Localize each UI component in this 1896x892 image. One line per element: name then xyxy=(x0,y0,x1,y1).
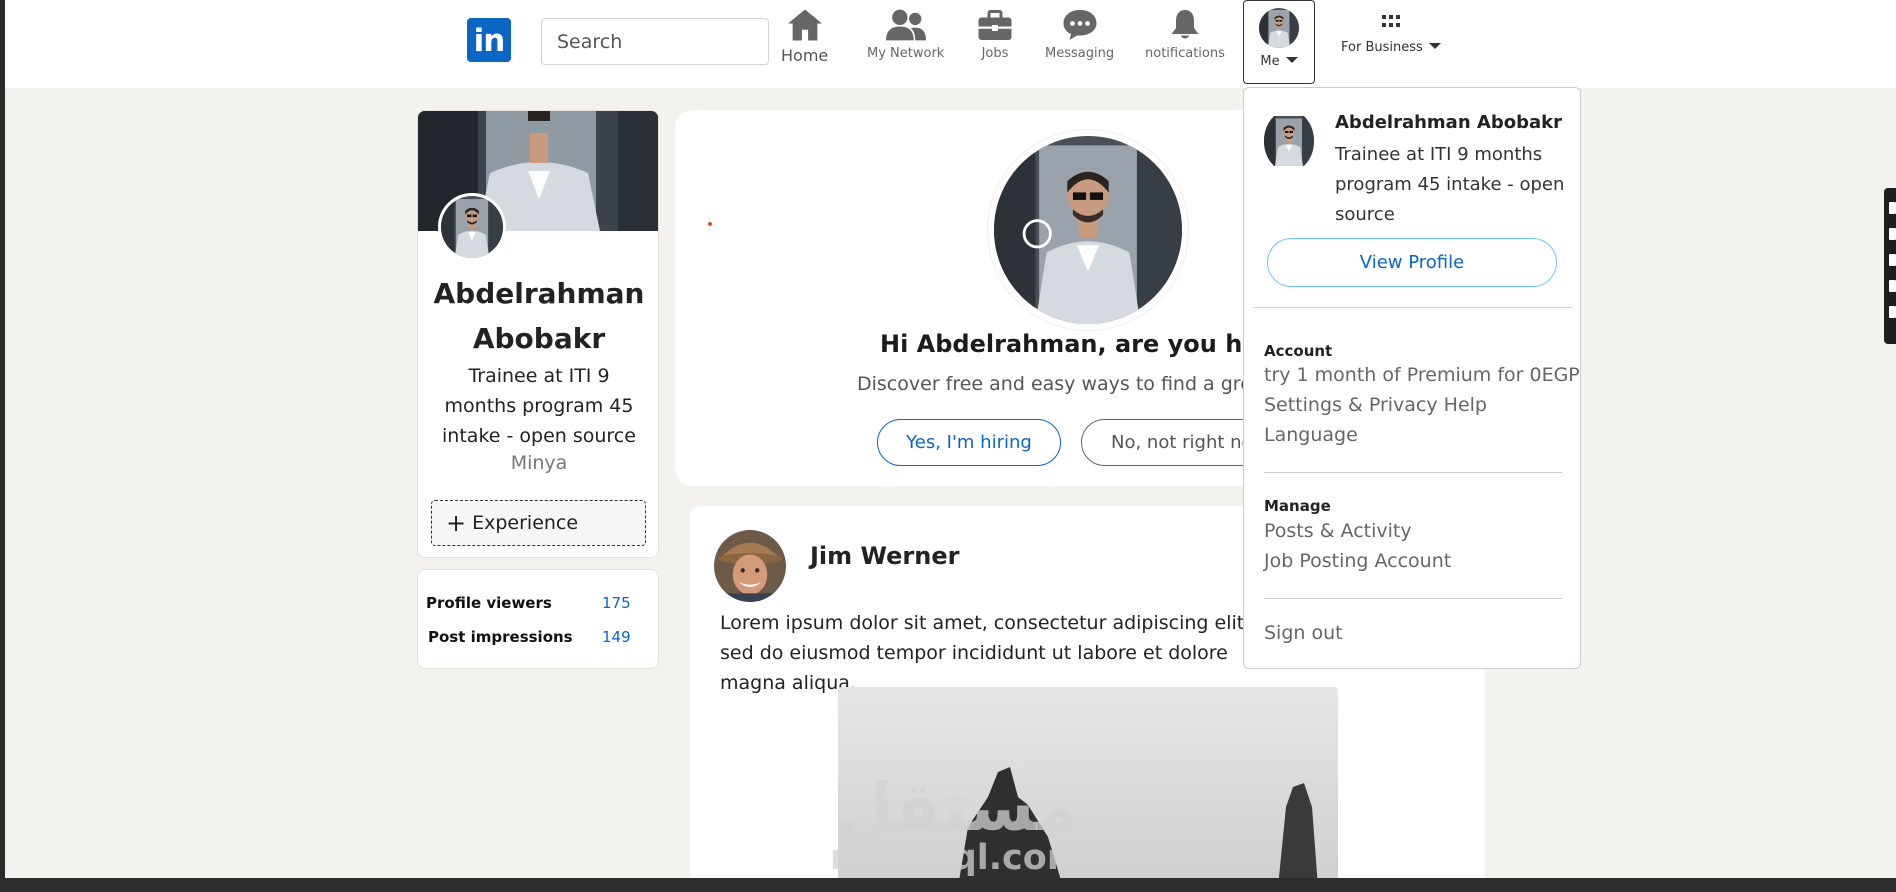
status-dot xyxy=(708,222,712,226)
side-toolbar[interactable] xyxy=(1884,188,1896,344)
nav-home-label: Home xyxy=(781,46,829,65)
watermark-arabic: مستقل xyxy=(835,769,1078,846)
hiring-subtitle: Discover free and easy ways to find a gr… xyxy=(857,373,1257,395)
nav-me-label: Me xyxy=(1260,54,1280,69)
manage-section-title: Manage xyxy=(1264,497,1331,515)
nav-messaging-label: Messaging xyxy=(1045,46,1115,61)
linkedin-logo[interactable]: in xyxy=(467,18,511,62)
divider xyxy=(1264,472,1562,473)
post-text: Lorem ipsum dolor sit amet, consectetur … xyxy=(720,612,1251,694)
nav-home[interactable]: Home xyxy=(781,8,828,65)
network-icon xyxy=(885,9,926,41)
posts-activity-link[interactable]: Posts & Activity xyxy=(1264,520,1412,542)
chevron-down-icon xyxy=(1285,57,1298,63)
watermark: مستقل mostaql.com xyxy=(830,775,1083,876)
profile-card: Abdelrahman Abobakr Trainee at ITI 9 mon… xyxy=(417,110,659,558)
account-section-title: Account xyxy=(1264,342,1333,360)
nav-jobs[interactable]: Jobs xyxy=(977,8,1013,61)
add-experience-label: Experience xyxy=(472,512,579,534)
stat-label: Post impressions xyxy=(428,628,573,646)
profile-name[interactable]: Abdelrahman Abobakr xyxy=(418,271,658,361)
post-author-avatar[interactable] xyxy=(714,530,786,602)
nav-my-network-label: My Network xyxy=(867,46,945,61)
me-avatar xyxy=(1259,8,1299,48)
watermark-latin: mostaql.com xyxy=(830,838,1084,878)
search-input[interactable] xyxy=(541,18,769,65)
language-link[interactable]: Language xyxy=(1264,424,1358,446)
hiring-avatar xyxy=(988,130,1188,330)
dropdown-avatar xyxy=(1264,110,1314,172)
nav-notifications-label: notifications xyxy=(1145,46,1225,61)
profile-location: Minya xyxy=(510,452,568,474)
nav-me[interactable]: Me xyxy=(1243,0,1315,84)
briefcase-icon xyxy=(978,10,1012,40)
nav-for-business-label: For Business xyxy=(1341,40,1423,55)
home-icon xyxy=(787,9,822,41)
sign-out-link[interactable]: Sign out xyxy=(1264,622,1343,644)
window-frame-left xyxy=(0,0,5,892)
post-author-name[interactable]: Jim Werner xyxy=(810,542,959,570)
job-posting-account-link[interactable]: Job Posting Account xyxy=(1264,550,1451,572)
divider xyxy=(1264,598,1562,599)
premium-link[interactable]: try 1 month of Premium for 0EGP xyxy=(1264,364,1580,386)
stat-label: Profile viewers xyxy=(426,594,552,612)
stat-value: 149 xyxy=(602,628,631,646)
stat-value: 175 xyxy=(602,594,631,612)
view-profile-button[interactable]: View Profile xyxy=(1267,238,1557,287)
window-frame-bottom xyxy=(0,878,1896,892)
nav-jobs-label: Jobs xyxy=(981,46,1009,61)
nav-for-business[interactable]: For Business xyxy=(1341,14,1441,55)
divider xyxy=(1254,307,1572,308)
nav-notifications[interactable]: notifications xyxy=(1145,8,1225,61)
profile-avatar[interactable] xyxy=(438,193,506,261)
dropdown-headline: Trainee at ITI 9 months program 45 intak… xyxy=(1335,144,1565,225)
stat-post-impressions[interactable]: Post impressions 149 xyxy=(428,628,648,646)
stat-profile-viewers[interactable]: Profile viewers 175 xyxy=(426,594,646,612)
add-experience-button[interactable]: + Experience xyxy=(431,500,646,546)
nav-messaging[interactable]: Messaging xyxy=(1045,8,1114,61)
chevron-down-icon xyxy=(1428,43,1441,49)
yes-hiring-button[interactable]: Yes, I'm hiring xyxy=(877,419,1061,466)
bell-icon xyxy=(1171,10,1199,39)
top-navigation-bar: in Home My Network Jobs Messaging notifi… xyxy=(5,0,1896,88)
messaging-icon xyxy=(1063,10,1097,40)
settings-privacy-help-link[interactable]: Settings & Privacy Help xyxy=(1264,394,1487,416)
me-dropdown-menu: Abdelrahman Abobakr Trainee at ITI 9 mon… xyxy=(1243,87,1581,669)
nav-my-network[interactable]: My Network xyxy=(867,8,944,61)
plus-icon: + xyxy=(446,509,467,537)
profile-headline: Trainee at ITI 9 months program 45 intak… xyxy=(442,365,636,447)
grid-icon xyxy=(1381,15,1400,27)
profile-stats-card: Profile viewers 175 Post impressions 149 xyxy=(417,569,659,669)
dropdown-name: Abdelrahman Abobakr xyxy=(1335,112,1562,133)
